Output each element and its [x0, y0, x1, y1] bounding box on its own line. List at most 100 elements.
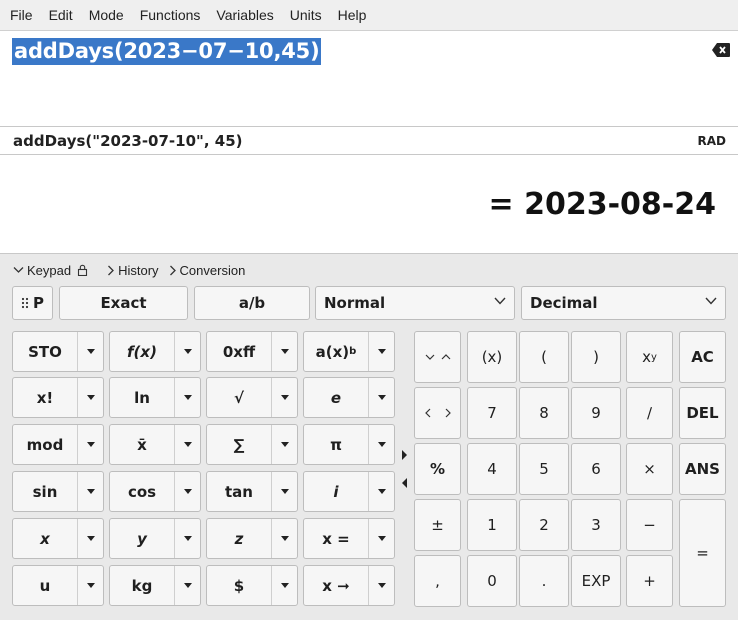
menu-file[interactable]: File: [2, 0, 41, 30]
fn-key-var-x[interactable]: x: [12, 518, 104, 559]
key-all-clear[interactable]: AC: [679, 331, 726, 383]
fn-key-menu-arrow[interactable]: [77, 378, 103, 417]
key-9[interactable]: 9: [571, 387, 621, 439]
fn-key-menu-arrow[interactable]: [77, 519, 103, 558]
fn-key-sine[interactable]: sin: [12, 471, 104, 512]
fraction-button[interactable]: a/b: [194, 286, 310, 320]
menu-mode[interactable]: Mode: [81, 0, 132, 30]
fn-key-menu-arrow[interactable]: [174, 566, 200, 605]
key-exponent[interactable]: EXP: [571, 555, 621, 607]
fn-key-menu-arrow[interactable]: [271, 519, 297, 558]
lock-icon[interactable]: [77, 264, 88, 276]
fn-key-unit-kg[interactable]: kg: [109, 565, 201, 606]
menu-units[interactable]: Units: [282, 0, 330, 30]
fn-key-menu-arrow[interactable]: [174, 378, 200, 417]
fn-key-menu-arrow[interactable]: [368, 566, 394, 605]
key-multiply[interactable]: ×: [626, 443, 673, 495]
fn-key-menu-arrow[interactable]: [368, 519, 394, 558]
key-plus-minus[interactable]: ±: [414, 499, 461, 551]
key-7[interactable]: 7: [467, 387, 517, 439]
key-5[interactable]: 5: [519, 443, 569, 495]
fn-key-menu-arrow[interactable]: [368, 332, 394, 371]
fn-key-tangent[interactable]: tan: [206, 471, 298, 512]
display-mode-select[interactable]: Normal: [315, 286, 515, 320]
key-4[interactable]: 4: [467, 443, 517, 495]
key-decimal-point[interactable]: .: [519, 555, 569, 607]
fn-key-convert-to[interactable]: x ➞: [303, 565, 395, 606]
key-percent[interactable]: %: [414, 443, 461, 495]
fn-key-euler[interactable]: e: [303, 377, 395, 418]
tab-history[interactable]: History: [107, 263, 159, 278]
key-close-paren[interactable]: ): [571, 331, 621, 383]
fn-key-mean[interactable]: x̄: [109, 424, 201, 465]
fn-key-menu-arrow[interactable]: [271, 472, 297, 511]
fn-key-modulo[interactable]: mod: [12, 424, 104, 465]
key-power[interactable]: xy: [626, 331, 673, 383]
fn-key-square-root[interactable]: √: [206, 377, 298, 418]
cursor-up-down-button[interactable]: [414, 331, 461, 383]
key-equals[interactable]: =: [679, 499, 726, 607]
fn-key-menu-arrow[interactable]: [77, 566, 103, 605]
fn-key-store[interactable]: STO: [12, 331, 104, 372]
key-subtract[interactable]: −: [626, 499, 673, 551]
fn-key-menu-arrow[interactable]: [271, 332, 297, 371]
fn-key-menu-arrow[interactable]: [271, 425, 297, 464]
key-8[interactable]: 8: [519, 387, 569, 439]
fn-key-equation[interactable]: x =: [303, 518, 395, 559]
key-answer[interactable]: ANS: [679, 443, 726, 495]
fn-key-imaginary[interactable]: i: [303, 471, 395, 512]
scroll-right-arrow-icon[interactable]: [401, 450, 408, 460]
key-open-paren[interactable]: (: [519, 331, 569, 383]
key-0[interactable]: 0: [467, 555, 517, 607]
key-2[interactable]: 2: [519, 499, 569, 551]
fn-key-power-function[interactable]: a(x) b: [303, 331, 395, 372]
fn-key-menu-arrow[interactable]: [271, 566, 297, 605]
angle-mode-indicator[interactable]: RAD: [698, 134, 727, 148]
fn-key-menu-arrow[interactable]: [174, 472, 200, 511]
fn-key-menu-arrow[interactable]: [368, 378, 394, 417]
fn-key-menu-arrow[interactable]: [368, 425, 394, 464]
menu-edit[interactable]: Edit: [41, 0, 81, 30]
number-base-select[interactable]: Decimal: [521, 286, 726, 320]
key-delete[interactable]: DEL: [679, 387, 726, 439]
key-6[interactable]: 6: [571, 443, 621, 495]
fn-key-factorial[interactable]: x!: [12, 377, 104, 418]
key-comma[interactable]: ,: [414, 555, 461, 607]
fn-key-currency[interactable]: $: [206, 565, 298, 606]
exact-button[interactable]: Exact: [59, 286, 188, 320]
programming-keypad-button[interactable]: P: [12, 286, 53, 320]
key-last-value[interactable]: (x): [467, 331, 517, 383]
fn-key-menu-arrow[interactable]: [271, 378, 297, 417]
scroll-left-arrow-icon[interactable]: [401, 478, 408, 488]
fn-key-natural-log[interactable]: ln: [109, 377, 201, 418]
menu-variables[interactable]: Variables: [208, 0, 281, 30]
key-1[interactable]: 1: [467, 499, 517, 551]
expression-input[interactable]: addDays(2023−07−10,45): [0, 30, 738, 127]
key-3[interactable]: 3: [571, 499, 621, 551]
fn-key-menu-arrow[interactable]: [77, 332, 103, 371]
fn-key-menu-arrow[interactable]: [368, 472, 394, 511]
fn-key-sum[interactable]: ∑: [206, 424, 298, 465]
cursor-left-right-button[interactable]: [414, 387, 461, 439]
fn-key-menu-arrow[interactable]: [77, 425, 103, 464]
fn-key-menu-arrow[interactable]: [174, 332, 200, 371]
menu-help[interactable]: Help: [330, 0, 375, 30]
key-add[interactable]: +: [626, 555, 673, 607]
fn-key-menu-arrow[interactable]: [77, 472, 103, 511]
tab-conversion[interactable]: Conversion: [169, 263, 245, 278]
fn-key-var-z[interactable]: z: [206, 518, 298, 559]
menu-functions[interactable]: Functions: [132, 0, 209, 30]
fn-key-var-y[interactable]: y: [109, 518, 201, 559]
fn-key-cosine[interactable]: cos: [109, 471, 201, 512]
fn-key-pi[interactable]: π: [303, 424, 395, 465]
fn-key-menu-arrow[interactable]: [174, 425, 200, 464]
clear-input-icon[interactable]: [712, 43, 730, 57]
expression-text[interactable]: addDays(2023−07−10,45): [12, 38, 322, 65]
key-divide[interactable]: ∕: [626, 387, 673, 439]
fn-key-hexadecimal[interactable]: 0xff: [206, 331, 298, 372]
fn-key-menu-arrow[interactable]: [174, 519, 200, 558]
fn-key-unit-u[interactable]: u: [12, 565, 104, 606]
tab-keypad[interactable]: Keypad: [13, 263, 91, 278]
fn-key-function[interactable]: f(x): [109, 331, 201, 372]
triangle-down-icon: [183, 442, 192, 447]
